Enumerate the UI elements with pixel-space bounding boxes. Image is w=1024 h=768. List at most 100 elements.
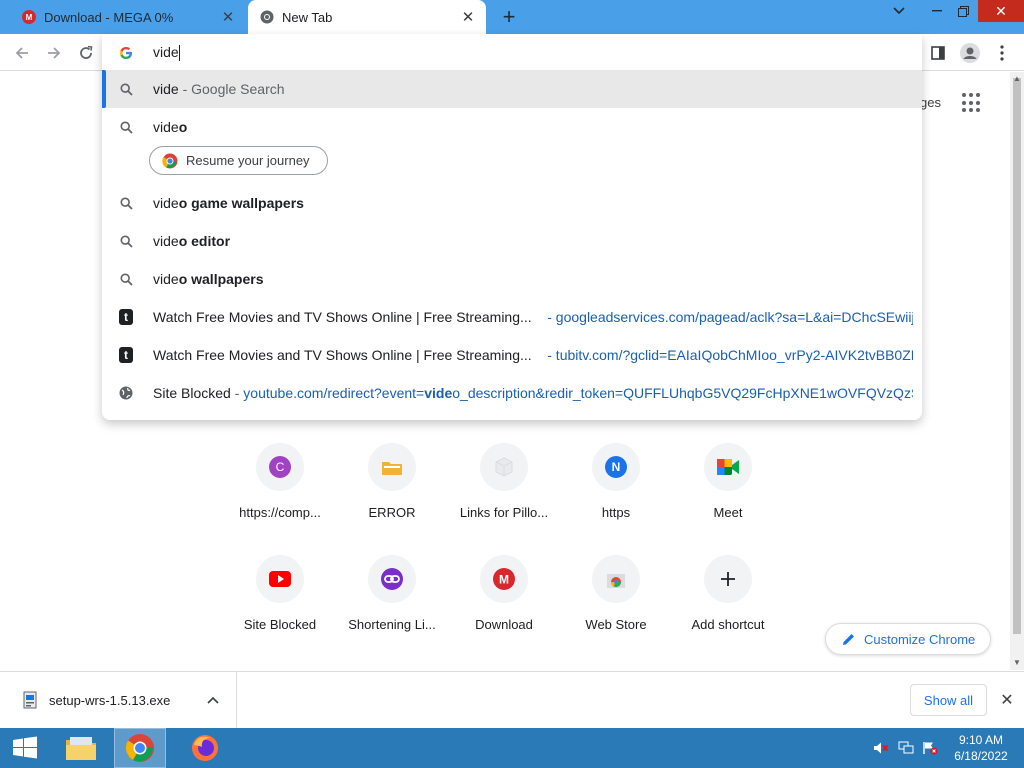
customize-chrome-label: Customize Chrome xyxy=(864,631,976,647)
tab-title: New Tab xyxy=(282,9,333,25)
scrollbar-thumb[interactable] xyxy=(1013,78,1021,634)
shortcut-tile[interactable]: N https xyxy=(560,443,672,543)
add-shortcut-button[interactable]: Add shortcut xyxy=(672,555,784,655)
close-tab-icon[interactable]: ✕ xyxy=(218,7,238,27)
forward-arrow-icon[interactable] xyxy=(41,40,67,66)
window-close-button[interactable]: ✕ xyxy=(978,0,1024,22)
windows-start-icon[interactable] xyxy=(0,728,50,768)
new-tab-button[interactable]: + xyxy=(497,4,521,29)
mega-favicon-icon: M xyxy=(22,10,36,24)
tab-new-tab[interactable]: New Tab ✕ xyxy=(248,0,486,34)
back-arrow-icon[interactable] xyxy=(9,40,35,66)
pencil-icon xyxy=(842,632,856,646)
omnibox-suggestion[interactable]: Site Blocked - youtube.com/redirect?even… xyxy=(102,374,922,412)
cube-icon xyxy=(480,443,528,491)
action-center-alert-icon[interactable] xyxy=(922,741,938,755)
tubi-icon: t xyxy=(119,309,133,325)
kebab-menu-icon[interactable] xyxy=(989,40,1015,66)
mega-icon: M xyxy=(480,555,528,603)
download-item[interactable]: setup-wrs-1.5.13.exe xyxy=(0,672,237,728)
omnibox-suggestion[interactable]: t Watch Free Movies and TV Shows Online … xyxy=(102,336,922,374)
text-caret xyxy=(178,45,180,62)
shortcut-label: https://comp... xyxy=(239,505,321,520)
volume-muted-icon[interactable] xyxy=(873,741,889,755)
globe-icon xyxy=(119,386,133,400)
system-clock[interactable]: 9:10 AM 6/18/2022 xyxy=(948,732,1014,764)
shortcut-tile[interactable]: Site Blocked xyxy=(224,555,336,655)
show-all-downloads-button[interactable]: Show all xyxy=(910,684,987,716)
restore-icon[interactable] xyxy=(950,0,976,22)
customize-chrome-button[interactable]: Customize Chrome xyxy=(825,623,991,655)
clock-time: 9:10 AM xyxy=(958,733,1004,747)
shortcut-label: Meet xyxy=(713,505,743,520)
images-link-partial[interactable]: ges xyxy=(920,95,941,110)
omnibox-suggestion[interactable]: video editor xyxy=(102,222,922,260)
close-tab-icon[interactable]: ✕ xyxy=(458,7,478,27)
page-scrollbar[interactable] xyxy=(1010,72,1024,670)
omnibox-suggestion[interactable]: vide - Google Search xyxy=(102,70,922,108)
search-icon xyxy=(119,120,133,134)
installer-file-icon xyxy=(22,691,38,709)
shortcut-tile[interactable]: Web Store xyxy=(560,555,672,655)
minimize-icon[interactable] xyxy=(922,0,952,22)
link-icon xyxy=(368,555,416,603)
google-apps-icon[interactable] xyxy=(962,93,982,113)
omnibox-suggestion[interactable]: video wallpapers xyxy=(102,260,922,298)
reload-icon[interactable] xyxy=(73,40,99,66)
close-download-bar-icon[interactable]: ✕ xyxy=(997,690,1017,710)
shortcut-tile[interactable]: Shortening Li... xyxy=(336,555,448,655)
download-bar: setup-wrs-1.5.13.exe Show all ✕ xyxy=(0,671,1024,728)
shortcut-tile[interactable]: Meet xyxy=(672,443,784,543)
shortcut-label: Download xyxy=(475,617,533,632)
resume-journey-label: Resume your journey xyxy=(186,153,310,168)
search-icon xyxy=(119,272,133,286)
shortcut-label: Add shortcut xyxy=(691,617,765,632)
chrome-taskbar-icon[interactable] xyxy=(114,728,166,768)
meet-icon xyxy=(704,443,752,491)
shortcut-tile[interactable]: M Download xyxy=(448,555,560,655)
omnibox-suggestion[interactable]: video game wallpapers xyxy=(102,184,922,222)
svg-text:C: C xyxy=(276,460,285,474)
search-icon xyxy=(119,196,133,210)
tab-strip: M Download - MEGA 0% ✕ New Tab ✕ + ✕ xyxy=(0,0,1024,34)
scroll-down-arrow-icon[interactable]: ▼ xyxy=(1010,656,1024,668)
letter-c-icon: C xyxy=(256,443,304,491)
tab-title: Download - MEGA 0% xyxy=(44,9,174,25)
resume-journey-chip[interactable]: Resume your journey xyxy=(149,146,328,175)
shortcut-tile[interactable]: ERROR xyxy=(336,443,448,543)
tab-search-chevron-icon[interactable] xyxy=(884,0,914,22)
scroll-up-arrow-icon[interactable]: ▲ xyxy=(1010,72,1024,84)
shortcut-label: Web Store xyxy=(585,617,647,632)
shortcut-label: Links for Pillo... xyxy=(459,505,549,520)
file-explorer-icon[interactable] xyxy=(56,728,106,768)
side-panel-icon[interactable] xyxy=(925,40,951,66)
download-file-name: setup-wrs-1.5.13.exe xyxy=(49,692,171,708)
webstore-icon xyxy=(592,555,640,603)
search-icon xyxy=(119,82,133,96)
firefox-taskbar-icon[interactable] xyxy=(180,728,230,768)
chrome-icon xyxy=(162,153,178,169)
chrome-favicon-icon xyxy=(260,10,274,24)
shortcut-label: ERROR xyxy=(368,505,416,520)
google-g-icon xyxy=(119,46,133,60)
search-icon xyxy=(119,234,133,248)
chevron-up-icon[interactable] xyxy=(205,692,221,708)
letter-n-icon: N xyxy=(592,443,640,491)
omnibox-typed-text[interactable]: vide xyxy=(153,44,180,62)
youtube-icon xyxy=(256,555,304,603)
shortcut-tile[interactable]: C https://comp... xyxy=(224,443,336,543)
shortcut-tile[interactable]: Links for Pillo... xyxy=(448,443,560,543)
shortcut-label: https xyxy=(601,505,631,520)
network-icon[interactable] xyxy=(898,741,914,755)
tab-mega-download[interactable]: M Download - MEGA 0% ✕ xyxy=(10,0,246,34)
omnibox-suggestion[interactable]: t Watch Free Movies and TV Shows Online … xyxy=(102,298,922,336)
svg-text:M: M xyxy=(499,573,509,587)
omnibox-suggestion[interactable]: video xyxy=(102,108,922,146)
tubi-icon: t xyxy=(119,347,133,363)
windows-taskbar: 9:10 AM 6/18/2022 xyxy=(0,728,1024,768)
omnibox-input[interactable]: vide xyxy=(102,34,922,71)
clock-date: 6/18/2022 xyxy=(954,749,1008,763)
shortcut-label: Shortening Li... xyxy=(348,617,436,632)
profile-avatar-icon[interactable] xyxy=(957,40,983,66)
plus-icon xyxy=(704,555,752,603)
